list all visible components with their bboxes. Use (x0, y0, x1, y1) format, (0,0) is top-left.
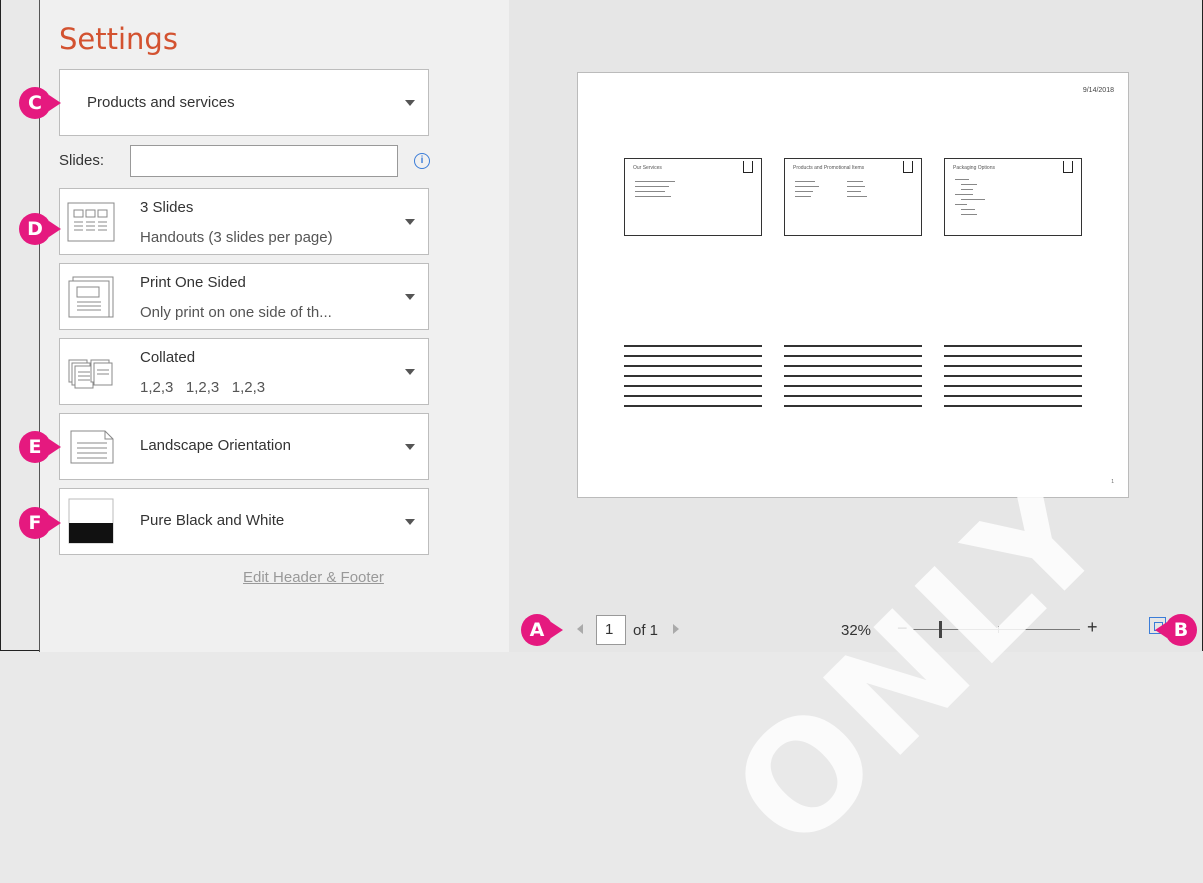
callout-badge-f: F (19, 507, 61, 539)
collation-dropdown[interactable]: Collated 1,2,3 1,2,3 1,2,3 (59, 338, 429, 405)
clip-icon (743, 161, 753, 173)
collation-line1: Collated (140, 349, 196, 366)
chevron-down-icon (405, 518, 415, 525)
slide-thumbnail-title: Products and Promotional Items (793, 165, 865, 171)
layout-dropdown[interactable]: 3 Slides Handouts (3 slides per page) (59, 188, 429, 255)
info-icon[interactable]: i (414, 153, 430, 169)
one-sided-icon (68, 276, 114, 318)
previous-page-icon[interactable] (577, 624, 583, 634)
notes-lines (624, 345, 762, 415)
page-count-label: of 1 (633, 622, 659, 639)
callout-badge-b: B (1155, 614, 1197, 646)
slides-label: Slides: (59, 152, 105, 169)
orientation-dropdown[interactable]: Landscape Orientation (59, 413, 429, 480)
print-what-label: Products and services (87, 94, 235, 111)
slide-thumbnail: Packaging Options (944, 158, 1082, 236)
chevron-down-icon (405, 218, 415, 225)
next-page-icon[interactable] (673, 624, 679, 634)
notes-lines (784, 345, 922, 415)
black-white-icon (68, 498, 114, 544)
chevron-down-icon (405, 368, 415, 375)
collated-icon (68, 359, 113, 389)
layout-line1: 3 Slides (140, 199, 194, 216)
chevron-down-icon (405, 99, 415, 106)
callout-badge-a: A (521, 614, 563, 646)
clip-icon (1063, 161, 1073, 173)
slides-input[interactable] (130, 145, 398, 177)
sides-line2: Only print on one side of th... (140, 304, 332, 321)
orientation-label: Landscape Orientation (140, 437, 291, 454)
callout-badge-c: C (19, 87, 61, 119)
edit-header-footer-link[interactable]: Edit Header & Footer (243, 569, 384, 586)
sides-dropdown[interactable]: Print One Sided Only print on one side o… (59, 263, 429, 330)
print-what-dropdown[interactable]: Products and services (59, 69, 429, 136)
handout-layout-icon (67, 202, 115, 242)
color-dropdown[interactable]: Pure Black and White (59, 488, 429, 555)
slide-thumbnail-title: Our Services (633, 165, 662, 171)
settings-title: Settings (59, 22, 178, 56)
landscape-icon (70, 430, 114, 464)
print-preview-page: 9/14/2018 Our Services Products and Prom… (577, 72, 1129, 498)
sides-line1: Print One Sided (140, 274, 246, 291)
collation-line2: 1,2,3 1,2,3 1,2,3 (140, 379, 266, 396)
zoom-in-button[interactable]: + (1087, 617, 1098, 638)
color-label: Pure Black and White (140, 512, 285, 529)
clip-icon (903, 161, 913, 173)
preview-date: 9/14/2018 (1082, 87, 1114, 94)
slide-thumbnail: Our Services (624, 158, 762, 236)
callout-badge-e: E (19, 431, 61, 463)
callout-badge-d: D (19, 213, 61, 245)
chevron-down-icon (405, 293, 415, 300)
chevron-down-icon (405, 443, 415, 450)
layout-line2: Handouts (3 slides per page) (140, 229, 333, 246)
notes-lines (944, 345, 1082, 415)
slide-thumbnail-title: Packaging Options (953, 165, 995, 171)
preview-page-number: 1 (1111, 479, 1114, 485)
slide-thumbnail: Products and Promotional Items (784, 158, 922, 236)
page-number-input[interactable]: 1 (596, 615, 626, 645)
